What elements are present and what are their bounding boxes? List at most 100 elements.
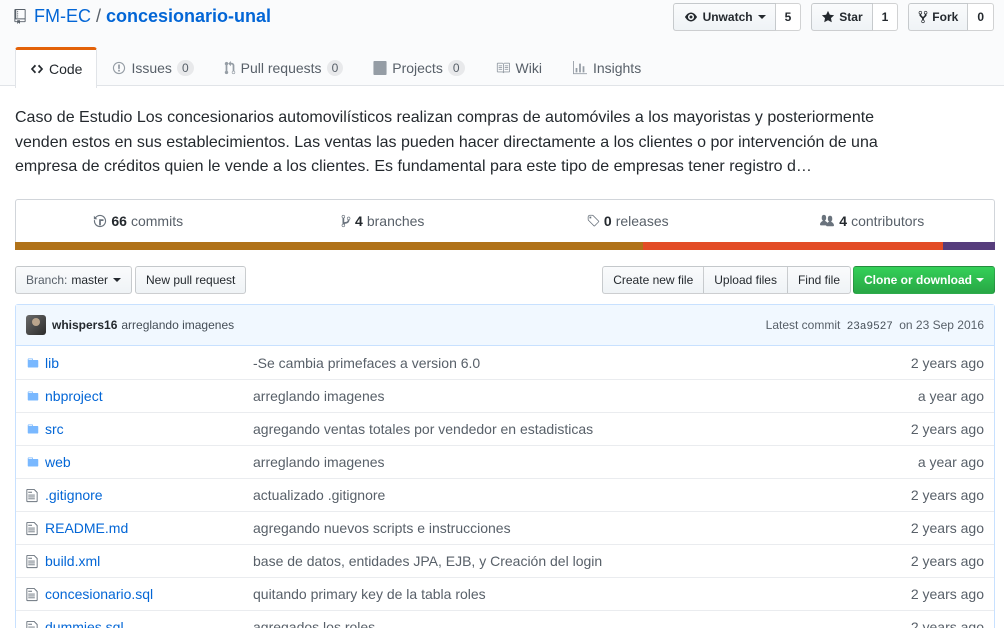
unwatch-button[interactable]: Unwatch (672, 3, 776, 31)
file-name-link[interactable]: README.md (45, 520, 253, 536)
graph-icon (572, 60, 587, 74)
file-rows: lib -Se cambia primefaces a version 6.0 2 … (16, 346, 994, 628)
tab-wiki-label: Wiki (515, 59, 542, 76)
upload-files-button[interactable]: Upload files (703, 266, 788, 294)
folder-icon (27, 391, 39, 401)
file-name-link[interactable]: build.xml (45, 553, 253, 569)
star-button[interactable]: Star (811, 3, 873, 31)
file-commit-message[interactable]: arreglando imagenes (253, 454, 874, 470)
latest-commit: Latest commit 23a9527 on 23 Sep 2016 (766, 318, 984, 333)
create-new-file-button[interactable]: Create new file (602, 266, 705, 294)
file-row: dummies.sql agregados los roles 2 years ag… (16, 610, 994, 628)
chevron-down-icon (976, 278, 984, 282)
releases-link[interactable]: 0 releases (505, 213, 750, 229)
file-age: 2 years ago (910, 553, 984, 569)
file-commit-message[interactable]: agregados los roles (253, 619, 874, 628)
file-name-link[interactable]: web (45, 454, 253, 470)
file-row: lib -Se cambia primefaces a version 6.0 2 … (16, 346, 994, 379)
avatar[interactable] (26, 315, 46, 335)
latest-commit-label: Latest commit (765, 317, 841, 332)
file-name-link[interactable]: nbproject (45, 388, 253, 404)
releases-count: 0 (603, 213, 612, 229)
project-icon (373, 60, 387, 75)
issue-icon (113, 61, 126, 74)
tab-code[interactable]: Code (15, 47, 98, 88)
tab-pull-requests[interactable]: Pull requests 0 (209, 47, 359, 87)
file-commit-message[interactable]: agregando ventas totales por vendedor en… (253, 421, 874, 437)
file-row: web arreglando imagenes a year ago (16, 445, 994, 478)
file-commit-message[interactable]: -Se cambia primefaces a version 6.0 (253, 355, 874, 371)
fork-icon (918, 10, 928, 24)
file-age: 2 years ago (910, 421, 984, 437)
branch-icon (341, 214, 351, 228)
file-row: src agregando ventas totales por vendedor… (16, 412, 994, 445)
branch-name: master (71, 273, 109, 287)
repo-header: FM-EC / concesionario-unal Unwatch 5 Sta… (0, 0, 1004, 88)
contributors-link[interactable]: 4 contributors (750, 213, 995, 229)
file-commit-message[interactable]: base de datos, entidades JPA, EJB, y Cre… (253, 553, 874, 569)
tab-insights[interactable]: Insights (557, 47, 656, 87)
file-age: 2 years ago (910, 619, 984, 628)
contributors-label: contributors (851, 213, 925, 229)
tab-projects[interactable]: Projects 0 (358, 47, 479, 87)
commits-link[interactable]: 66 commits (16, 213, 261, 229)
language-segment[interactable] (643, 242, 944, 250)
fork-button[interactable]: Fork (908, 3, 969, 31)
clone-or-download-button[interactable]: Clone or download (853, 266, 995, 294)
tab-projects-label: Projects (392, 59, 443, 76)
commit-message[interactable]: arreglando imagenes (121, 318, 234, 332)
repo-actions: Unwatch 5 Star 1 Fork 0 (663, 3, 994, 31)
folder-icon (27, 358, 39, 367)
commit-author[interactable]: whispers16 (52, 318, 117, 332)
language-bar[interactable] (15, 242, 995, 250)
star-label: Star (839, 10, 863, 24)
fork-label: Fork (932, 10, 959, 24)
forks-count[interactable]: 0 (968, 3, 994, 31)
branches-label: branches (366, 213, 425, 229)
file-row: README.md agregando nuevos scripts e inst… (16, 511, 994, 544)
file-name-link[interactable]: .gitignore (45, 487, 253, 503)
repo-separator: / (96, 6, 102, 26)
tag-icon (587, 214, 600, 227)
history-icon (94, 214, 107, 228)
file-name-link[interactable]: dummies.sql (45, 619, 253, 628)
repo-title: FM-EC / concesionario-unal (14, 6, 271, 27)
file-name-link[interactable]: lib (45, 355, 253, 371)
repo-name-link[interactable]: concesionario-unal (106, 6, 271, 27)
branches-link[interactable]: 4 branches (261, 213, 506, 229)
file-commit-message[interactable]: agregando nuevos scripts e instrucciones (253, 520, 874, 536)
tab-code-label: Code (49, 61, 83, 77)
file-age: 2 years ago (910, 520, 984, 536)
tab-wiki[interactable]: Wiki (480, 47, 557, 87)
branch-select-button[interactable]: Branch: master (15, 266, 133, 294)
file-commit-message[interactable]: arreglando imagenes (253, 388, 874, 404)
unwatch-label: Unwatch (702, 10, 753, 24)
star-group: Star 1 (811, 3, 899, 31)
watchers-count[interactable]: 5 (775, 3, 802, 31)
file-commit-message[interactable]: quitando primary key de la tabla roles (253, 586, 874, 602)
file-name-link[interactable]: concesionario.sql (45, 586, 253, 602)
commits-count: 66 (111, 213, 127, 229)
file-name-link[interactable]: src (45, 421, 253, 437)
repo-owner-link[interactable]: FM-EC (34, 6, 91, 27)
chevron-down-icon (757, 15, 766, 19)
star-icon (822, 10, 835, 23)
commit-sha[interactable]: 23a9527 (847, 321, 893, 333)
file-commit-message[interactable]: actualizado .gitignore (253, 487, 874, 503)
projects-counter: 0 (447, 59, 465, 76)
organization-icon (820, 214, 835, 227)
tab-pull-requests-label: Pull requests (240, 59, 322, 76)
file-row: build.xml base de datos, entidades JPA, E… (16, 544, 994, 577)
file-row: .gitignore actualizado .gitignore 2 years … (16, 478, 994, 511)
file-icon (26, 587, 38, 601)
language-segment[interactable] (15, 242, 644, 250)
watch-group: Unwatch 5 (672, 3, 802, 31)
clone-label: Clone or download (864, 273, 972, 287)
stargazers-count[interactable]: 1 (872, 3, 899, 31)
language-segment[interactable] (943, 242, 995, 250)
commits-label: commits (130, 213, 184, 229)
tab-issues[interactable]: Issues 0 (97, 47, 208, 87)
new-pull-request-button[interactable]: New pull request (135, 266, 247, 294)
find-file-button[interactable]: Find file (786, 266, 851, 294)
repo-nav: Code Issues 0 Pull requests 0 Projects 0… (15, 47, 656, 88)
